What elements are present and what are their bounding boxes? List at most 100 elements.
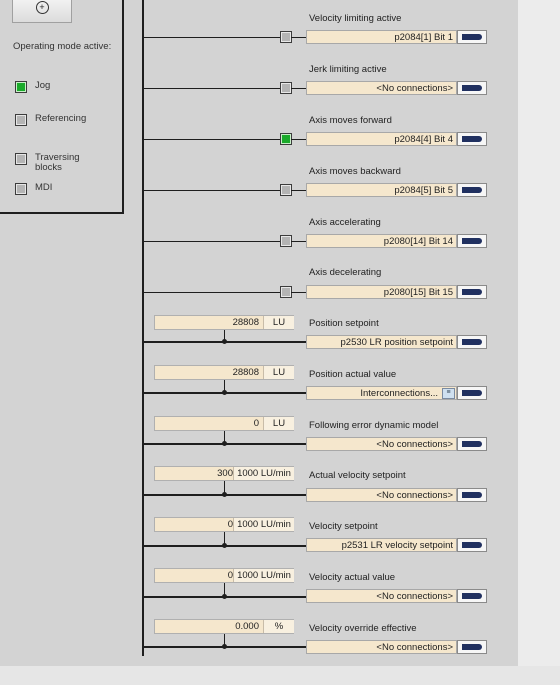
unit-text: % [263,620,294,633]
signal-title: Following error dynamic model [309,420,439,431]
unit-text: 1000 LU/min [233,518,294,531]
connector-line [291,241,306,242]
connection-field[interactable]: <No connections> [306,640,457,654]
value-text: 0 [253,418,259,429]
connection-field[interactable]: p2084[5] Bit 5 [306,183,457,197]
value-display: 0 1000 LU/min [154,568,294,583]
connector-line [144,37,280,38]
connection-field[interactable]: p2084[1] Bit 1 [306,30,457,44]
value-text: 28808 [232,367,259,378]
mode-indicator [15,81,27,93]
value-display: 300 1000 LU/min [154,466,294,481]
junction-dot [222,543,227,548]
list-icon[interactable]: ≡ [442,387,455,399]
junction-dot [222,644,227,649]
connection-text: Interconnections... [360,388,438,399]
function-diagram-panel: + Operating mode active: Jog Referencing… [0,0,518,666]
connect-button[interactable] [457,538,487,552]
bottom-margin [0,666,560,685]
unit-text: LU [263,417,294,430]
signal-title: Jerk limiting active [309,64,387,75]
signal-title: Velocity limiting active [309,13,402,24]
connection-field[interactable]: <No connections> [306,437,457,451]
mode-item-referencing: Referencing [15,114,105,126]
connect-button[interactable] [457,488,487,502]
mode-indicator [15,183,27,195]
signal-title: Axis moves forward [309,115,392,126]
connector-line [144,139,280,140]
connection-field[interactable]: p2531 LR velocity setpoint [306,538,457,552]
connect-button[interactable] [457,30,487,44]
connect-button[interactable] [457,132,487,146]
connect-button[interactable] [457,285,487,299]
connector-line [291,190,306,191]
connector-line [144,88,280,89]
value-text: 0.000 [235,621,259,632]
connection-field[interactable]: <No connections> [306,81,457,95]
signal-bus-line [142,0,144,656]
signal-title: Velocity override effective [309,623,417,634]
mode-label: Referencing [35,113,87,124]
signal-title: Axis decelerating [309,267,382,278]
junction-dot [222,492,227,497]
connect-arrow-icon [462,644,482,650]
value-display: 0 LU [154,416,294,431]
mode-label: Jog [35,80,51,91]
connect-arrow-icon [462,136,482,142]
mode-indicator [15,114,27,126]
connection-field[interactable]: p2530 LR position setpoint [306,335,457,349]
junction-dot [222,339,227,344]
connect-arrow-icon [462,34,482,40]
connect-button[interactable] [457,589,487,603]
connector-line [144,292,280,293]
connect-button[interactable] [457,81,487,95]
crosshair-icon: + [35,1,49,14]
connection-field[interactable]: p2080[14] Bit 14 [306,234,457,248]
signal-title: Velocity actual value [309,572,396,583]
signal-title: Velocity setpoint [309,521,378,532]
junction-dot [222,594,227,599]
right-margin [518,0,560,666]
mode-item-traversing-blocks: Traversing blocks [15,153,85,173]
operating-mode-box: + Operating mode active: Jog Referencing… [0,0,124,214]
connect-button[interactable] [457,640,487,654]
connect-arrow-icon [462,187,482,193]
connect-arrow-icon [462,289,482,295]
connection-field[interactable]: p2080[15] Bit 15 [306,285,457,299]
connector-line [291,88,306,89]
connector-line [144,190,280,191]
unit-text: 1000 LU/min [233,467,294,480]
connection-field[interactable]: <No connections> [306,589,457,603]
connect-button[interactable] [457,335,487,349]
operating-mode-title: Operating mode active: [13,41,112,52]
junction-dot [222,390,227,395]
connector-line [291,37,306,38]
signal-title: Axis moves backward [309,166,401,177]
connect-arrow-icon [462,85,482,91]
connect-arrow-icon [462,238,482,244]
mode-item-jog: Jog [15,81,105,93]
unit-text: LU [263,366,294,379]
mode-label: Traversing blocks [35,152,80,173]
crosshair-button[interactable]: + [12,0,72,23]
signal-title: Actual velocity setpoint [309,470,406,481]
connect-button[interactable] [457,234,487,248]
connect-button[interactable] [457,386,487,400]
connector-line [144,241,280,242]
value-display: 28808 LU [154,315,294,330]
connection-field[interactable]: p2084[4] Bit 4 [306,132,457,146]
mode-item-mdi: MDI [15,183,105,195]
unit-text: LU [263,316,294,329]
connection-field[interactable]: <No connections> [306,488,457,502]
value-display: 0 1000 LU/min [154,517,294,532]
connection-field[interactable]: Interconnections... ≡ [306,386,457,400]
connect-arrow-icon [462,339,482,345]
value-text: 300 [217,468,233,479]
connector-line [291,139,306,140]
signal-title: Position actual value [309,369,397,380]
mode-indicator [15,153,27,165]
connect-button[interactable] [457,437,487,451]
signal-title: Axis accelerating [309,217,381,228]
connect-button[interactable] [457,183,487,197]
value-display: 28808 LU [154,365,294,380]
